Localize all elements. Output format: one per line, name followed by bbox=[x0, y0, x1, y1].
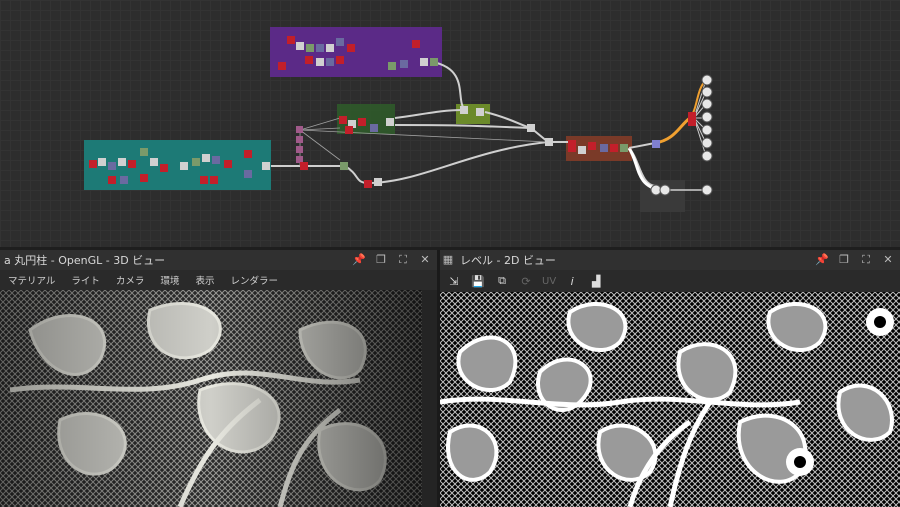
frame-purple bbox=[270, 27, 442, 77]
panel-2d-titlebar: ▦ レベル - 2D ビュー 📌 ❐ ⛶ ✕ bbox=[440, 250, 900, 270]
menu-environment[interactable]: 環境 bbox=[152, 273, 187, 287]
uv-dropdown[interactable]: UV bbox=[542, 276, 556, 287]
app-window: a 丸円柱 - OpenGL - 3D ビュー 📌 ❐ ⛶ ✕ マテリアル ライ… bbox=[0, 0, 900, 507]
node-graph bbox=[84, 27, 713, 212]
save-icon[interactable]: 💾 bbox=[470, 273, 486, 289]
panel-3d-titlebar: a 丸円柱 - OpenGL - 3D ビュー 📌 ❐ ⛶ ✕ bbox=[0, 250, 437, 270]
menu-display[interactable]: 表示 bbox=[187, 273, 222, 287]
lace-texture-2d bbox=[440, 292, 900, 507]
histogram-icon[interactable]: ▟ bbox=[588, 273, 604, 289]
close-icon[interactable]: ✕ bbox=[880, 252, 896, 268]
menu-material[interactable]: マテリアル bbox=[0, 273, 63, 287]
menu-camera[interactable]: カメラ bbox=[108, 273, 153, 287]
maximize-icon[interactable]: ⛶ bbox=[395, 252, 411, 268]
viewport-2d[interactable] bbox=[440, 292, 900, 507]
menu-light[interactable]: ライト bbox=[63, 273, 108, 287]
panel-2d-toolbar: ⇲ 💾 ⧉ ⟳ UV i ▟ bbox=[440, 270, 900, 292]
close-icon[interactable]: ✕ bbox=[417, 252, 433, 268]
node-graph-canvas[interactable] bbox=[0, 0, 900, 247]
wire-orange bbox=[654, 116, 691, 145]
panel-3d-title: a 丸円柱 - OpenGL - 3D ビュー bbox=[4, 254, 166, 267]
menu-renderer[interactable]: レンダラー bbox=[222, 273, 286, 287]
viewport-3d[interactable] bbox=[0, 290, 437, 507]
restore-icon[interactable]: ❐ bbox=[373, 252, 389, 268]
copy-icon[interactable]: ⧉ bbox=[494, 273, 510, 289]
panel-2d-title: レベル - 2D ビュー bbox=[460, 254, 556, 267]
output-nodes bbox=[650, 74, 713, 196]
pin-icon[interactable]: 📌 bbox=[351, 252, 367, 268]
panel-3d-menubar: マテリアル ライト カメラ 環境 表示 レンダラー bbox=[0, 270, 437, 290]
refresh-icon[interactable]: ⟳ bbox=[518, 273, 534, 289]
panel-2d-view: ▦ レベル - 2D ビュー 📌 ❐ ⛶ ✕ ⇲ 💾 ⧉ ⟳ UV i ▟ bbox=[440, 250, 900, 507]
export-icon[interactable]: ⇲ bbox=[446, 273, 462, 289]
restore-icon[interactable]: ❐ bbox=[836, 252, 852, 268]
pin-icon[interactable]: 📌 bbox=[814, 252, 830, 268]
maximize-icon[interactable]: ⛶ bbox=[858, 252, 874, 268]
lace-cylinder-render bbox=[0, 290, 437, 507]
2d-view-icon: ▦ bbox=[442, 253, 454, 266]
panel-3d-view: a 丸円柱 - OpenGL - 3D ビュー 📌 ❐ ⛶ ✕ マテリアル ライ… bbox=[0, 250, 437, 507]
info-icon[interactable]: i bbox=[564, 273, 580, 289]
